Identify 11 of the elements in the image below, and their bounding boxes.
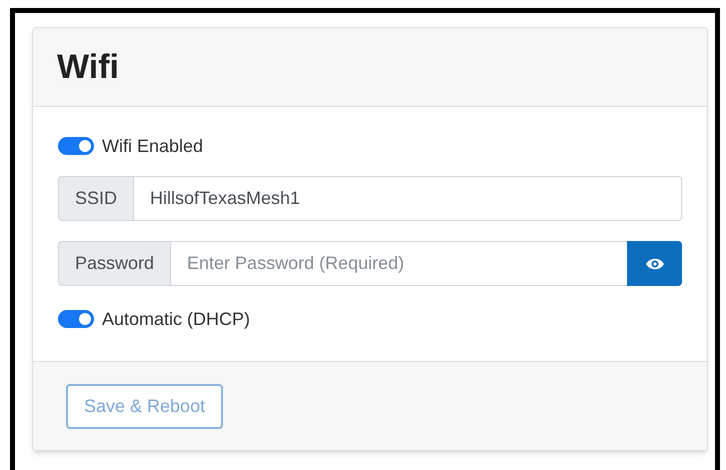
toggle-switch[interactable] xyxy=(58,310,94,328)
ssid-field[interactable]: HillsofTexasMesh1 xyxy=(134,176,682,221)
toggle-label: Wifi Enabled xyxy=(102,134,204,158)
field-label: Password xyxy=(58,241,172,286)
field-label: SSID xyxy=(58,176,134,221)
toggle-switch[interactable] xyxy=(58,137,94,155)
card-title: Wifi xyxy=(57,46,120,88)
password-field[interactable]: Enter Password (Required) xyxy=(171,241,627,286)
toggle-label: Automatic (DHCP) xyxy=(102,308,250,331)
show-password-button[interactable] xyxy=(627,241,682,286)
eye-icon xyxy=(644,256,664,270)
